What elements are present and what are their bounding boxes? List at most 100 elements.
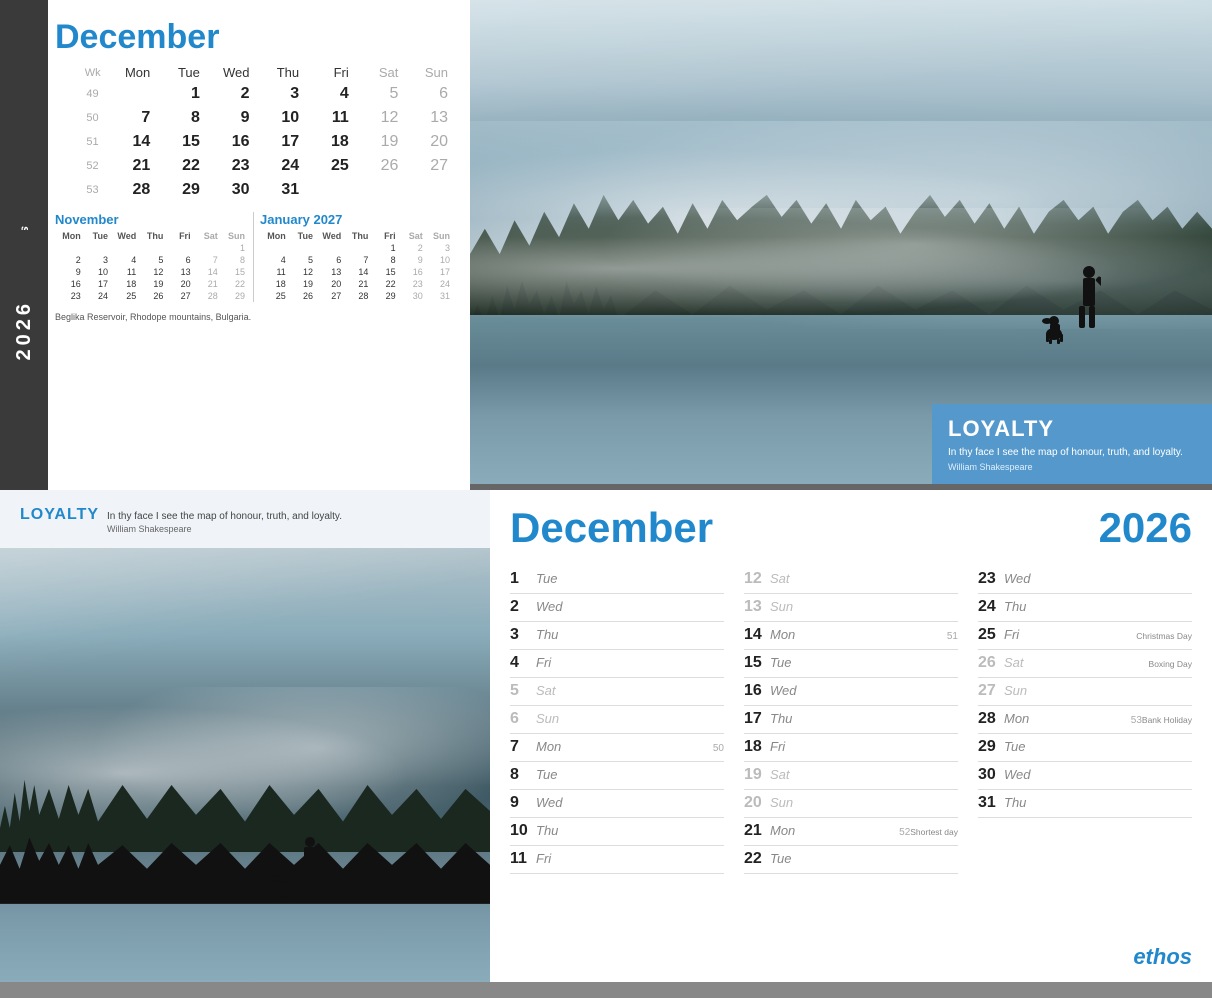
calendar-day: 9: [204, 106, 254, 130]
col-mon: Mon: [105, 63, 155, 82]
year-2026: 2026: [1099, 504, 1192, 552]
mini-col-header: Thu: [138, 230, 165, 242]
top-right-photo: LOYALTY In thy face I see the map of hon…: [470, 0, 1212, 484]
mini-day: 9: [398, 254, 425, 266]
day-row: 2Wed: [510, 594, 724, 622]
calendar-day: 10: [254, 106, 304, 130]
week-tag: 52: [899, 827, 910, 838]
mini-day: 24: [425, 278, 452, 290]
mini-day: 17: [425, 266, 452, 278]
day-row: 17Thu: [744, 706, 958, 734]
day-number: 10: [510, 822, 532, 840]
mini-day: 22: [220, 278, 247, 290]
december-title: December: [510, 504, 713, 552]
days-grid: 1Tue2Wed3Thu4Fri5Sat6Sun7Mon508Tue9Wed10…: [510, 566, 1192, 874]
mini-day: 7: [343, 254, 370, 266]
week-num: 53: [55, 178, 105, 202]
day-row: 3Thu: [510, 622, 724, 650]
mini-day: 26: [288, 290, 315, 302]
mini-day: 7: [193, 254, 220, 266]
top-half: ethos 2026 December Wk Mon Tue Wed Thu F…: [0, 0, 1212, 490]
mini-day: 21: [193, 278, 220, 290]
mini-day: 6: [315, 254, 343, 266]
calendar-day: [303, 178, 353, 202]
day-number: 13: [744, 598, 766, 616]
day-row: 16Wed: [744, 678, 958, 706]
bottom-silhouettes: [272, 835, 319, 900]
main-calendar: Wk Mon Tue Wed Thu Fri Sat Sun 491234565…: [55, 63, 452, 202]
day-row: 5Sat: [510, 678, 724, 706]
photo-credit: Beglika Reservoir, Rhodope mountains, Bu…: [55, 312, 452, 322]
year-label: 2026: [13, 300, 36, 361]
day-name: Wed: [1004, 571, 1192, 586]
calendar-day: [353, 178, 403, 202]
day-number: 14: [744, 626, 766, 644]
day-column: 12Sat13Sun14Mon5115Tue16Wed17Thu18Fri19S…: [744, 566, 958, 874]
calendar-day: 8: [154, 106, 204, 130]
mini-day: 10: [425, 254, 452, 266]
calendar-day: 18: [303, 130, 353, 154]
holiday-note: Bank Holiday: [1142, 715, 1192, 725]
calendar-day: [402, 178, 452, 202]
day-row: 8Tue: [510, 762, 724, 790]
calendar-day: 21: [105, 154, 155, 178]
day-name: Sun: [770, 599, 958, 614]
mini-day: 16: [55, 278, 83, 290]
day-name: Fri: [1004, 627, 1136, 642]
day-name: Thu: [536, 627, 724, 642]
day-name: Wed: [1004, 767, 1192, 782]
col-fri: Fri: [303, 63, 353, 82]
calendar-day: 27: [402, 154, 452, 178]
day-row: 12 Sat: [744, 566, 958, 594]
mini-day: [83, 242, 110, 254]
bottom-photo: [0, 548, 490, 982]
week-num: 52: [55, 154, 105, 178]
day-row: 19Sat: [744, 762, 958, 790]
day-row: 27Sun: [978, 678, 1192, 706]
person-silhouette: [1071, 264, 1101, 344]
mini-day: 15: [370, 266, 397, 278]
mini-day: 28: [193, 290, 220, 302]
day-row: 24Thu: [978, 594, 1192, 622]
week-tag: 50: [713, 743, 724, 754]
calendar-day: 5: [353, 82, 403, 106]
day-name: Tue: [536, 767, 724, 782]
day-name: Mon: [536, 739, 713, 754]
day-number: 9: [510, 794, 532, 812]
day-name: Tue: [770, 851, 958, 866]
mini-calendars: November MonTueWedThuFriSatSun1234567891…: [55, 212, 452, 302]
day-name: Sat: [1004, 655, 1149, 670]
day-number: 12: [744, 570, 766, 588]
day-name: Mon: [770, 823, 899, 838]
mini-day: 1: [220, 242, 247, 254]
bottom-right-panel: December 2026 1Tue2Wed3Thu4Fri5Sat6Sun7M…: [490, 490, 1212, 982]
mini-day: 23: [55, 290, 83, 302]
col-thu: Thu: [254, 63, 304, 82]
day-number: 4: [510, 654, 532, 672]
day-number: 20: [744, 794, 766, 812]
mini-day: 15: [220, 266, 247, 278]
col-sun: Sun: [402, 63, 452, 82]
mini-col-header: Sat: [398, 230, 425, 242]
day-name: Thu: [536, 823, 724, 838]
calendar-day: 19: [353, 130, 403, 154]
mini-day: [138, 242, 165, 254]
day-name: Sat: [770, 571, 958, 586]
bottom-half: LOYALTY In thy face I see the map of hon…: [0, 490, 1212, 982]
mini-day: 12: [288, 266, 315, 278]
january-mini-cal: January 2027 MonTueWedThuFriSatSun123456…: [260, 212, 452, 302]
bottom-photo-inner: [0, 548, 490, 982]
mini-day: 5: [138, 254, 165, 266]
top-left-panel: ethos 2026 December Wk Mon Tue Wed Thu F…: [0, 0, 470, 490]
dog-silhouette: [1042, 299, 1067, 344]
calendar-day: 26: [353, 154, 403, 178]
mini-day: 16: [398, 266, 425, 278]
day-row: 30Wed: [978, 762, 1192, 790]
calendar-day: 20: [402, 130, 452, 154]
mini-col-header: Tue: [83, 230, 110, 242]
mini-day: 8: [370, 254, 397, 266]
day-name: Wed: [770, 683, 958, 698]
calendar-day: 6: [402, 82, 452, 106]
day-row: 25FriChristmas Day: [978, 622, 1192, 650]
mini-day: 17: [83, 278, 110, 290]
